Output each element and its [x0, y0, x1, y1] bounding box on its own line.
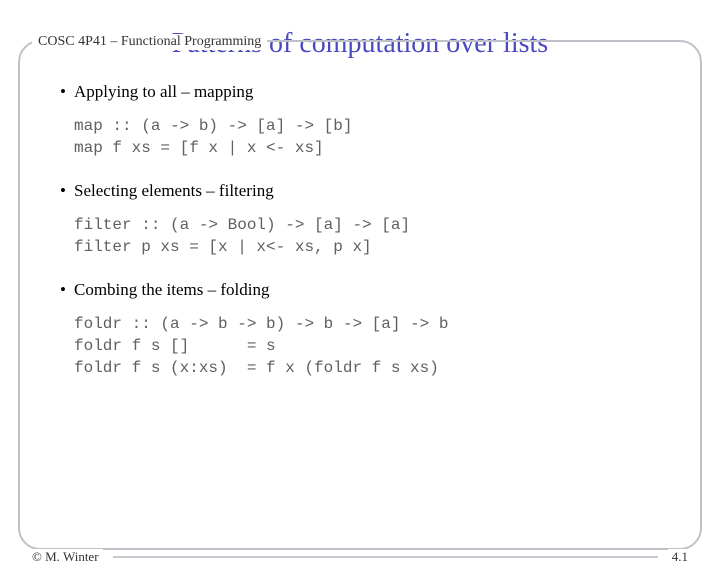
footer-author: © M. Winter: [28, 549, 103, 565]
bullet-mapping: Applying to all – mapping: [60, 82, 660, 102]
bullet-folding: Combing the items – folding: [60, 280, 660, 300]
footer-divider: [113, 556, 658, 558]
course-header: COSC 4P41 – Functional Programming: [32, 34, 267, 50]
footer: © M. Winter 4.1: [28, 549, 692, 565]
bullet-filtering: Selecting elements – filtering: [60, 181, 660, 201]
footer-page: 4.1: [668, 549, 692, 565]
